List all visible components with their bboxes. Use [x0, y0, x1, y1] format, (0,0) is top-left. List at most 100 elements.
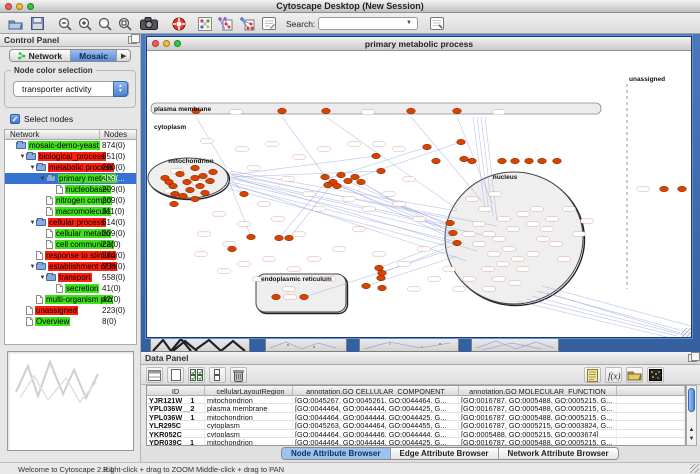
- annotation-icon[interactable]: [260, 15, 278, 32]
- tree-row-primary-metabo[interactable]: ▼primary metabo209(...: [5, 173, 136, 184]
- edge[interactable]: [532, 296, 683, 335]
- disclosure-arrow-icon[interactable]: ▼: [29, 264, 36, 270]
- tree-row-transport[interactable]: ▼transport558(0): [5, 272, 136, 283]
- edge[interactable]: [228, 176, 477, 251]
- tree-row-multi-organism-pro[interactable]: multi-organism pro42(0): [5, 294, 136, 305]
- scroll-up-icon[interactable]: ▲: [687, 426, 696, 435]
- network-node[interactable]: [165, 179, 174, 184]
- tree-row-unassigned[interactable]: unassigned223(0): [5, 305, 136, 316]
- help-ring-icon[interactable]: [170, 15, 188, 32]
- zoom-out-icon[interactable]: [56, 15, 74, 32]
- region-plasma-membrane[interactable]: [151, 103, 601, 114]
- table-row[interactable]: YKR052Ccytoplasm[GO:0044464, GO:0044446,…: [147, 430, 685, 438]
- edge[interactable]: [325, 178, 449, 237]
- table-header-row[interactable]: ID_cellularLayoutRegionannotation.GO CEL…: [147, 386, 685, 396]
- network-node[interactable]: [351, 174, 360, 179]
- tree-row-response-to-stimulu[interactable]: response to stimulu264(0): [5, 250, 136, 261]
- network-node[interactable]: [453, 240, 462, 245]
- table-row[interactable]: YPL036W__1mitochondrion[GO:0044464, GO:0…: [147, 413, 685, 421]
- attribute-notes-icon[interactable]: [584, 367, 601, 383]
- network-node[interactable]: [247, 234, 256, 239]
- save-session-icon[interactable]: [28, 15, 46, 32]
- network-node[interactable]: [525, 158, 534, 163]
- column-header[interactable]: _cellularLayoutRegion: [205, 386, 293, 395]
- network-node[interactable]: [511, 158, 520, 163]
- edge[interactable]: [379, 241, 450, 268]
- table-row[interactable]: YLR295Ccytoplasm[GO:0045263, GO:0044464,…: [147, 421, 685, 429]
- network-node[interactable]: [272, 294, 281, 299]
- column-header[interactable]: [617, 386, 685, 395]
- birdseye-view-panel[interactable]: [7, 351, 134, 451]
- tab-network[interactable]: Network: [10, 50, 72, 61]
- background-window[interactable]: [359, 337, 459, 352]
- network-node[interactable]: [170, 201, 179, 206]
- zoom-selected-icon[interactable]: [116, 15, 134, 32]
- network-canvas[interactable]: plasma membranecytoplasmmitochondrionnuc…: [147, 51, 691, 337]
- network-node[interactable]: [321, 174, 330, 179]
- tree-row-establishment-of-lo[interactable]: ▼establishment of lo558(0): [5, 261, 136, 272]
- create-attribute-icon[interactable]: [167, 367, 184, 383]
- network-node[interactable]: [457, 139, 466, 144]
- unselect-attributes-icon[interactable]: [209, 367, 226, 383]
- float-panel-icon[interactable]: [688, 354, 697, 362]
- network-node[interactable]: [191, 165, 200, 170]
- network-node[interactable]: [460, 156, 469, 161]
- attribute-matrix-icon[interactable]: [647, 367, 664, 383]
- network-node[interactable]: [538, 158, 547, 163]
- network-view-window[interactable]: primary metabolic process plasma membran…: [146, 36, 692, 338]
- column-header[interactable]: annotation.GO MOLECULAR_FUNCTION: [459, 386, 617, 395]
- network-node[interactable]: [498, 158, 507, 163]
- edge[interactable]: [333, 182, 447, 223]
- network-node[interactable]: [333, 183, 342, 188]
- network-node[interactable]: [432, 158, 441, 163]
- network-node[interactable]: [324, 182, 333, 187]
- tree-row-secretion[interactable]: secretion41(0): [5, 283, 136, 294]
- network-node[interactable]: [206, 178, 215, 183]
- network-node[interactable]: [453, 108, 462, 113]
- network-node[interactable]: [362, 283, 371, 288]
- table-scrollbar[interactable]: ▲ ▼: [686, 385, 697, 446]
- table-row[interactable]: YJR121W__1mitochondrion[GO:0045267, GO:0…: [147, 396, 685, 404]
- disclosure-arrow-icon[interactable]: ▼: [39, 275, 46, 281]
- search-dropdown-arrow-icon[interactable]: ▼: [406, 20, 412, 26]
- network-node[interactable]: [275, 235, 284, 240]
- edge[interactable]: [547, 293, 687, 335]
- tree-row-biological-process[interactable]: ▼biological_process651(0): [5, 151, 136, 162]
- attribute-table[interactable]: ID_cellularLayoutRegionannotation.GO CEL…: [146, 385, 686, 446]
- tab-edge-attribute-browser[interactable]: Edge Attribute Browser: [391, 448, 499, 459]
- tab-node-attribute-browser[interactable]: Node Attribute Browser: [282, 448, 391, 459]
- table-row[interactable]: YPL036W__2plasma membrane[GO:0044464, GO…: [147, 404, 685, 412]
- network-node[interactable]: [377, 275, 386, 280]
- zoom-fit-icon[interactable]: [96, 15, 114, 32]
- network-node[interactable]: [337, 172, 346, 177]
- column-header[interactable]: annotation.GO CELLULAR_COMPONENT: [293, 386, 459, 395]
- network-node[interactable]: [300, 294, 309, 299]
- tree-row-nitrogen-compo[interactable]: nitrogen compo209(0): [5, 195, 136, 206]
- tree-row-cellular-process[interactable]: ▼cellular process614(0): [5, 217, 136, 228]
- tree-row-nucleobase-[interactable]: nucleobase-209(0): [5, 184, 136, 195]
- network-node[interactable]: [278, 108, 287, 113]
- network-node[interactable]: [468, 158, 477, 163]
- search-input[interactable]: [318, 17, 418, 30]
- network-node[interactable]: [449, 230, 458, 235]
- open-file-icon[interactable]: [6, 15, 24, 32]
- network-window-titlebar[interactable]: primary metabolic process: [147, 37, 691, 51]
- disclosure-arrow-icon[interactable]: ▼: [19, 154, 26, 160]
- tree-row-metabolic-process[interactable]: ▼metabolic process280(0): [5, 162, 136, 173]
- import-attributes-icon[interactable]: [626, 367, 643, 383]
- tree-row-mosaic-demo-yeast[interactable]: mosaic-demo-yeast874(0): [5, 140, 136, 151]
- network-node[interactable]: [344, 178, 353, 183]
- network-node[interactable]: [446, 220, 455, 225]
- network-node[interactable]: [285, 235, 294, 240]
- function-builder-icon[interactable]: f(x): [605, 367, 622, 383]
- tree-row-cell-communicat[interactable]: cell communicat22(0): [5, 239, 136, 250]
- tab-network-attribute-browser[interactable]: Network Attribute Browser: [499, 448, 618, 459]
- tab-mosaic[interactable]: Mosaic: [71, 50, 117, 61]
- attribute-grid-icon[interactable]: [146, 367, 163, 383]
- network-node[interactable]: [357, 179, 366, 184]
- network-node[interactable]: [201, 190, 210, 195]
- background-window[interactable]: [265, 337, 347, 352]
- network-node[interactable]: [322, 108, 331, 113]
- app-resize-grip[interactable]: [690, 464, 699, 473]
- network-node[interactable]: [378, 270, 387, 275]
